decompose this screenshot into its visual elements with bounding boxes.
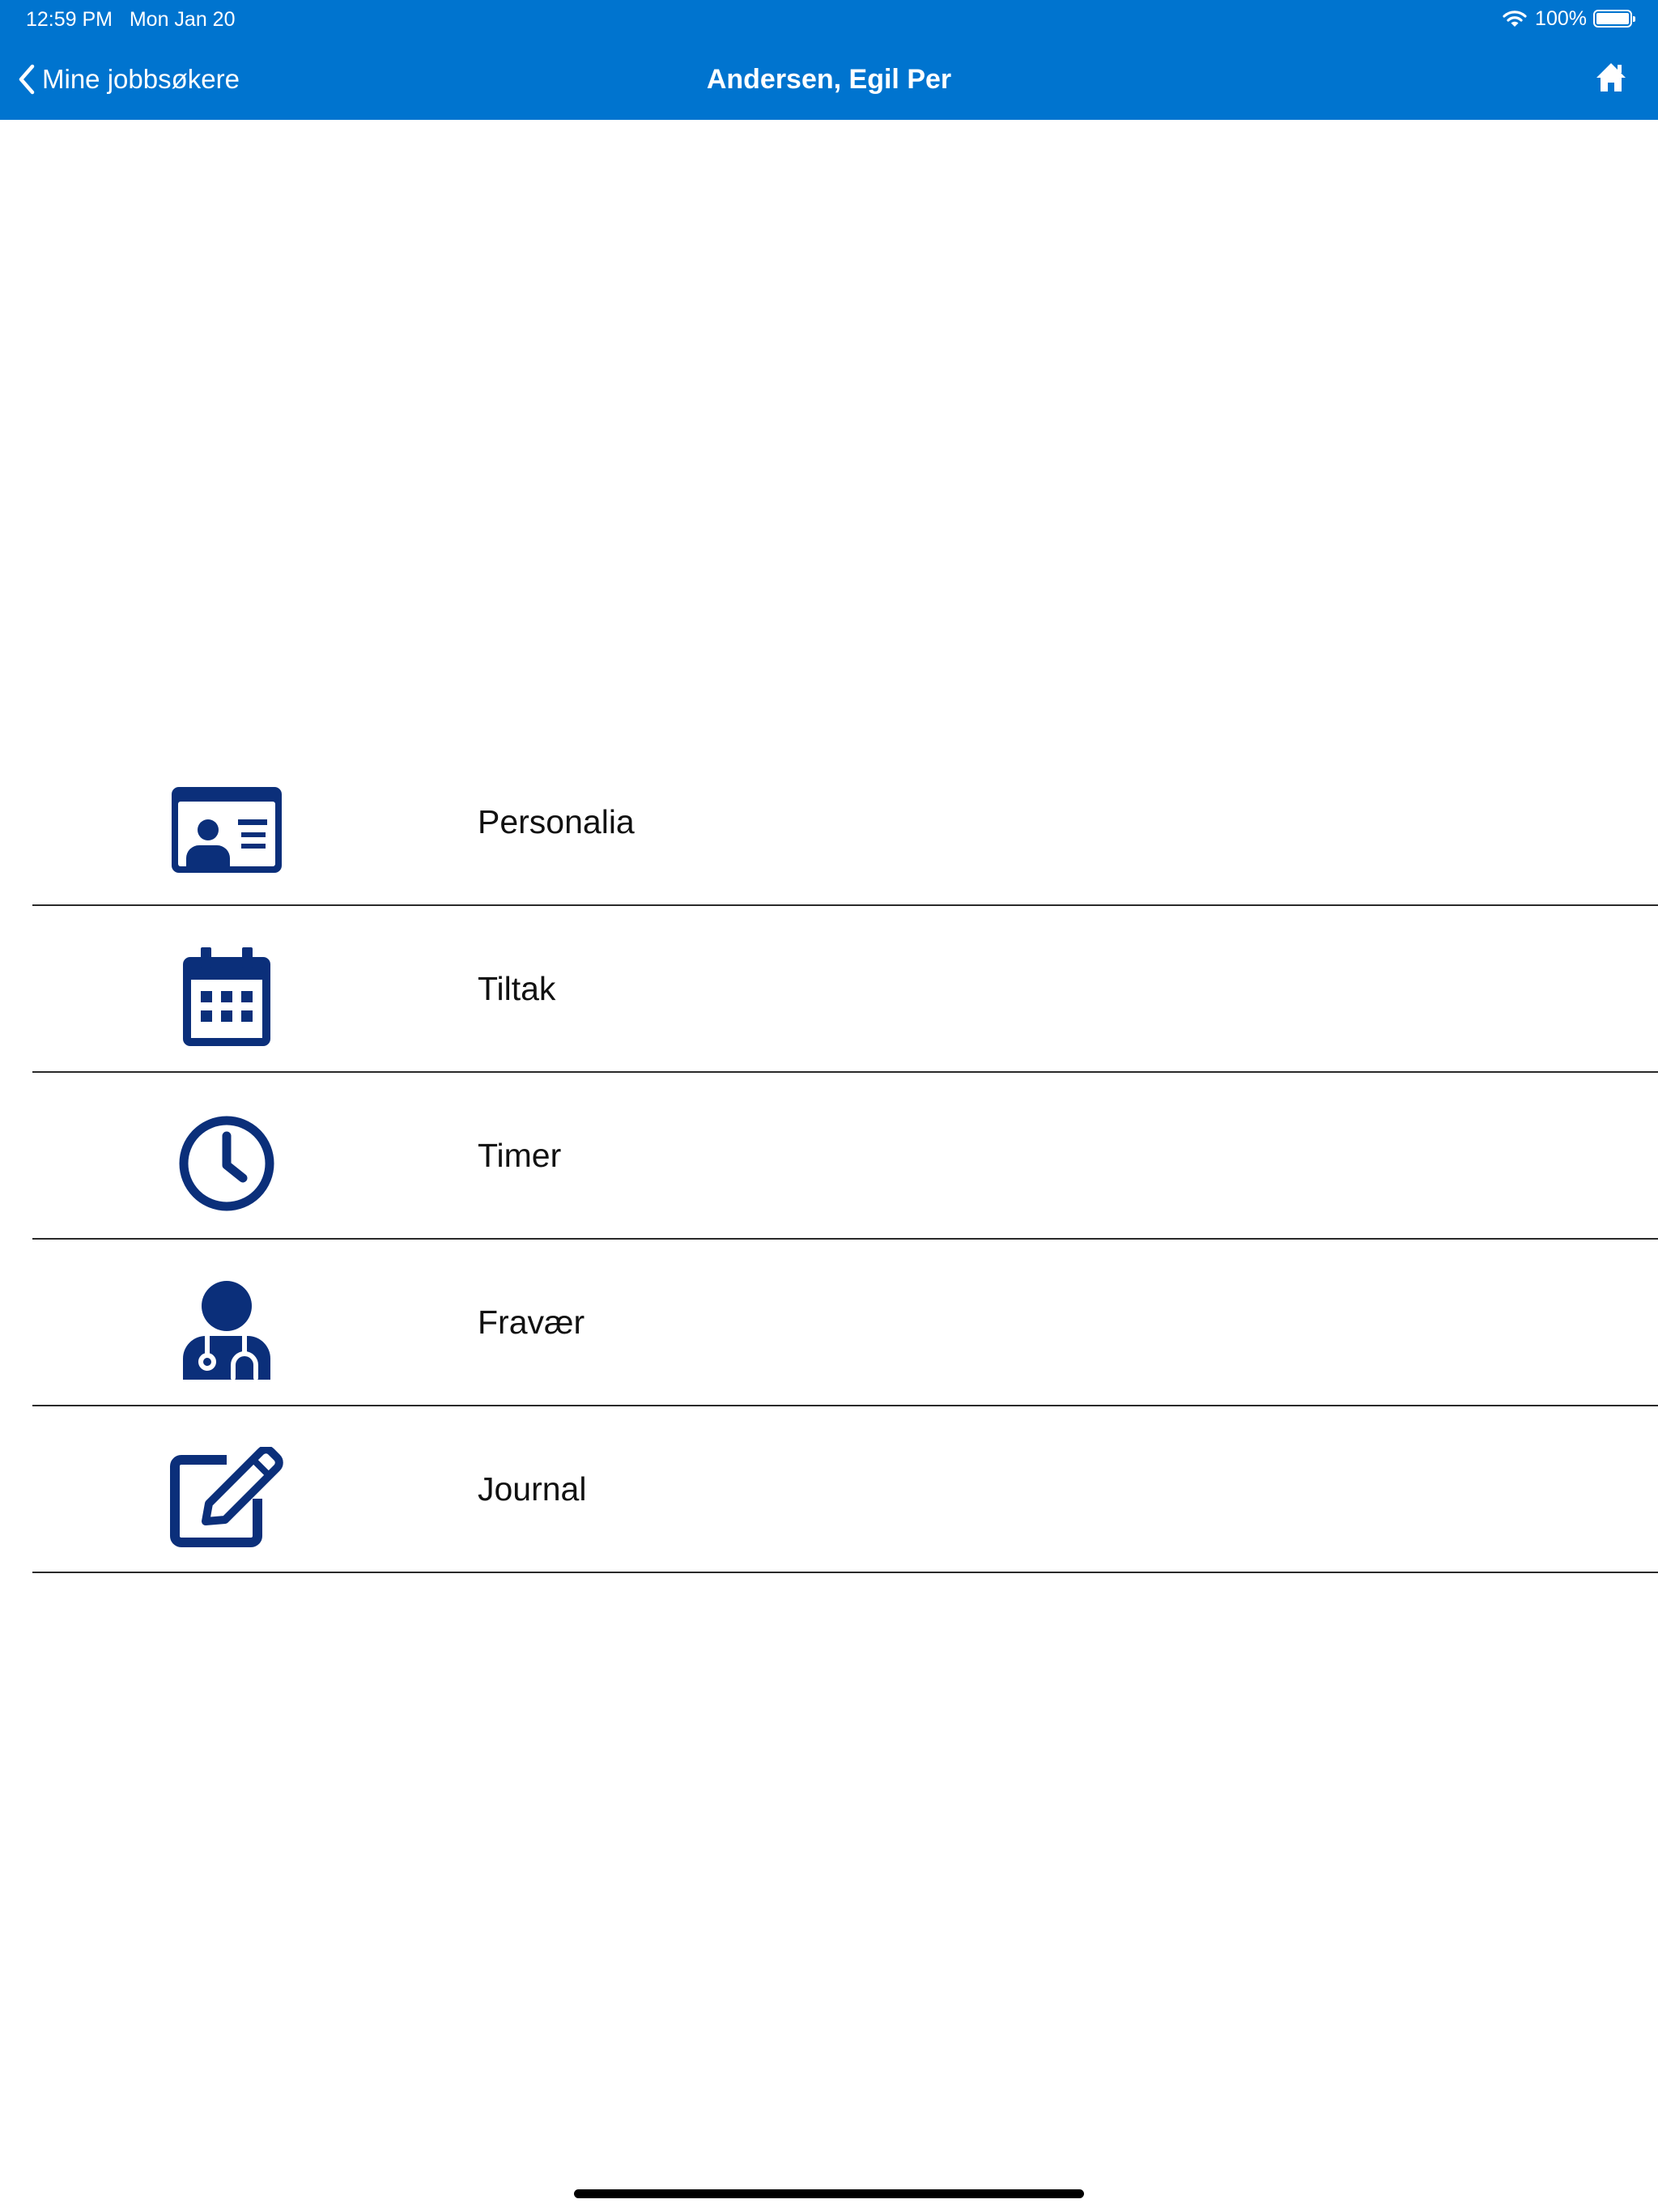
menu-label-journal: Journal [478,1470,587,1508]
status-time: 12:59 PM Mon Jan 20 [26,8,236,31]
home-indicator [574,2189,1084,2198]
wifi-icon [1503,10,1527,28]
clock-icon [168,1105,285,1222]
menu-item-journal[interactable]: Journal [32,1406,1658,1573]
battery-percent: 100% [1535,6,1587,30]
menu-list: Personalia Tiltak Timer Fravær Journal [32,739,1658,1573]
battery-level [1596,13,1629,24]
menu-item-timer[interactable]: Timer [32,1073,1658,1240]
menu-item-personalia[interactable]: Personalia [32,739,1658,906]
home-button[interactable] [1592,58,1630,97]
calendar-icon [168,938,285,1055]
header-bar: 12:59 PM Mon Jan 20 100% Mine jobbsøkere… [0,0,1658,120]
battery-icon [1593,10,1635,28]
edit-icon [168,1439,285,1555]
page-title: Andersen, Egil Per [706,64,952,95]
menu-label-timer: Timer [478,1137,562,1174]
menu-label-fravaer: Fravær [478,1304,585,1341]
menu-label-personalia: Personalia [478,803,635,840]
home-icon [1595,62,1627,94]
status-indicators: 100% [1503,6,1635,30]
doctor-icon [168,1272,285,1389]
menu-item-fravaer[interactable]: Fravær [32,1240,1658,1406]
menu-label-tiltak: Tiltak [478,970,556,1007]
menu-item-tiltak[interactable]: Tiltak [32,906,1658,1073]
id-card-icon [168,772,285,888]
